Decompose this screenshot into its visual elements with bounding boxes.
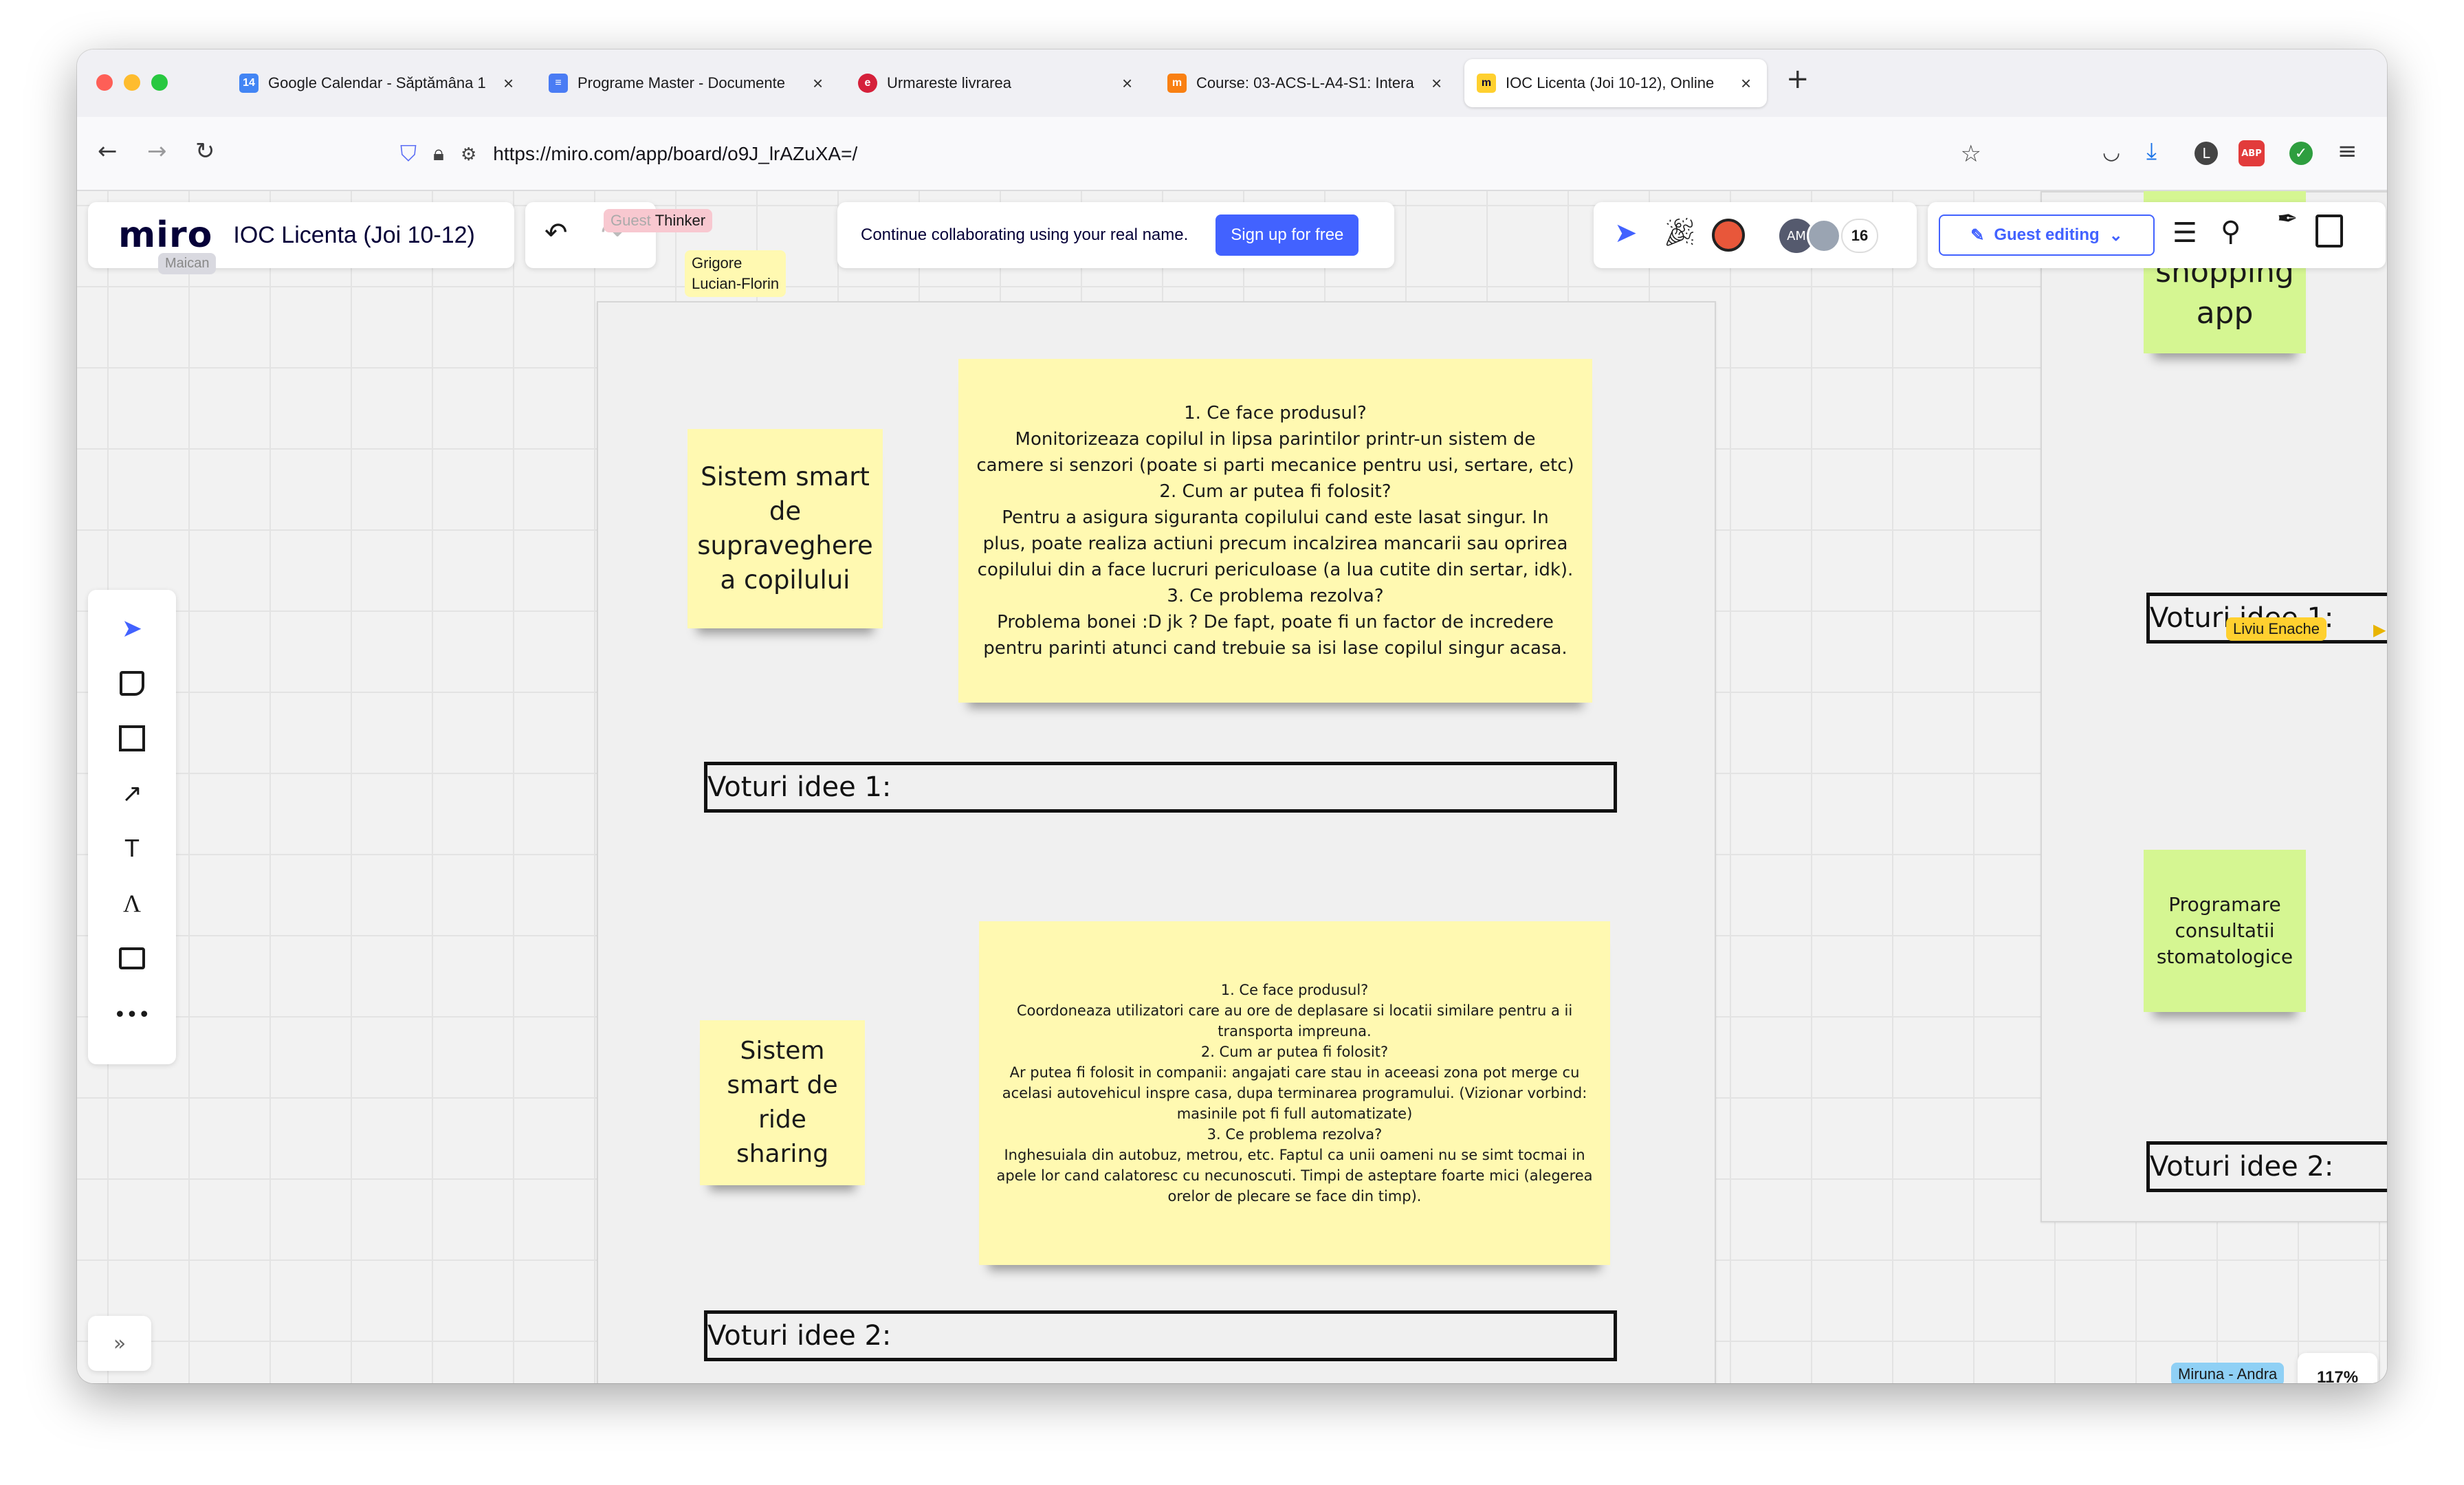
- shield-icon[interactable]: ⛉: [400, 141, 417, 167]
- back-icon[interactable]: ←: [98, 138, 118, 165]
- votes-right-idea2-box[interactable]: Voturi idee 2:: [2146, 1141, 2387, 1192]
- board-actions-panel: ✎ Guest editing ⌄ ☰ ⚲ ✒: [1928, 202, 2386, 268]
- check-extension-icon[interactable]: ✓: [2289, 142, 2313, 165]
- creation-toolbar: ➤ ↗ T Λ •••: [88, 590, 176, 1064]
- zoom-control[interactable]: 117%: [2298, 1353, 2377, 1383]
- pocket-icon[interactable]: ◡: [2102, 140, 2120, 164]
- sticky-idea2-title[interactable]: Sistem smart de ride sharing: [700, 1020, 865, 1185]
- zoom-window-button[interactable]: [151, 74, 168, 91]
- tab-bar: 14 Google Calendar - Săptămâna 1 × ≡ Pro…: [77, 50, 2387, 117]
- cursor-arrow-icon: ▶: [2373, 620, 2386, 639]
- chevron-down-icon: ⌄: [2109, 226, 2123, 245]
- miro-board-canvas[interactable]: Sistem smart de supraveghere a copilului…: [77, 191, 2387, 1383]
- permissions-icon[interactable]: ⚙: [461, 144, 476, 165]
- collaborator-count[interactable]: 16: [1841, 219, 1878, 253]
- shape-tool-icon[interactable]: [113, 719, 151, 758]
- profile-icon[interactable]: L: [2194, 142, 2218, 165]
- expand-panel-button[interactable]: »: [88, 1316, 151, 1371]
- tab-google-calendar[interactable]: 14 Google Calendar - Săptămâna 1 ×: [227, 59, 529, 107]
- cursor-pointer-icon[interactable]: ➤: [1614, 217, 1638, 249]
- connector-arrow-tool-icon[interactable]: ↗: [113, 774, 151, 813]
- adblock-icon[interactable]: ABP: [2238, 140, 2265, 166]
- cursor-label-miruna: Miruna - Andra: [2171, 1363, 2285, 1383]
- bookmark-star-icon[interactable]: ☆: [1961, 140, 1981, 168]
- votes-idea2-box[interactable]: Voturi idee 2:: [704, 1310, 1617, 1361]
- sticky-idea1-description[interactable]: 1. Ce face produsul? Monitorizeaza copil…: [958, 359, 1592, 703]
- board-title-panel: miro IOC Licenta (Joi 10-12): [88, 202, 514, 268]
- moodle-icon: m: [1167, 74, 1187, 93]
- sticky-note-tool-icon[interactable]: [113, 664, 151, 703]
- tab-title: Programe Master - Documente: [578, 74, 785, 91]
- votes-idea2-label: Voturi idee 2:: [707, 1320, 892, 1352]
- emag-icon: e: [858, 74, 877, 93]
- board-title[interactable]: IOC Licenta (Joi 10-12): [233, 222, 475, 249]
- minimize-window-button[interactable]: [124, 74, 140, 91]
- pencil-icon: ✎: [1970, 226, 1985, 245]
- browser-window: 14 Google Calendar - Săptămâna 1 × ≡ Pro…: [77, 50, 2387, 1383]
- search-icon[interactable]: ⚲: [2221, 216, 2241, 248]
- close-icon[interactable]: ×: [1122, 73, 1136, 94]
- url-text[interactable]: https://miro.com/app/board/o9J_lrAZuXA=/: [493, 143, 857, 165]
- close-icon[interactable]: ×: [503, 73, 517, 94]
- pen-marker-icon[interactable]: ✒: [2277, 205, 2298, 233]
- docs-icon: ≡: [549, 74, 568, 93]
- text-tool-icon[interactable]: T: [113, 829, 151, 868]
- notes-icon[interactable]: [2316, 214, 2343, 248]
- cursor-label-maican: Maican: [158, 253, 217, 274]
- votes-right-idea2-label: Voturi idee 2:: [2150, 1151, 2334, 1182]
- undo-icon[interactable]: ↶: [544, 217, 568, 249]
- tab-title: Course: 03-ACS-L-A4-S1: Intera: [1196, 74, 1414, 91]
- miro-logo[interactable]: miro: [118, 214, 212, 256]
- close-icon[interactable]: ×: [813, 73, 826, 94]
- timer-icon[interactable]: [1712, 219, 1745, 252]
- sticky-programare-consultatii[interactable]: Programare consultatii stomatologice: [2144, 850, 2306, 1012]
- more-tools-icon[interactable]: •••: [113, 996, 151, 1034]
- guest-name: Thinker: [654, 212, 706, 229]
- cursor-label-liviu: Liviu Enache: [2226, 617, 2326, 641]
- navigation-bar: ← → ↻ ⛉ 🔒︎ ⚙ https://miro.com/app/board/…: [77, 117, 2387, 191]
- votes-idea1-label: Voturi idee 1:: [707, 771, 892, 803]
- close-window-button[interactable]: [96, 74, 113, 91]
- celebrate-icon[interactable]: 🎉︎: [1662, 216, 1697, 248]
- guest-thinker-label: Guest Thinker: [604, 209, 713, 232]
- settings-sliders-icon[interactable]: ☰: [2172, 217, 2197, 249]
- downloads-icon[interactable]: ⤓: [2146, 138, 2157, 165]
- votes-idea1-box[interactable]: Voturi idee 1:: [704, 762, 1617, 813]
- calendar-icon: 14: [239, 74, 258, 93]
- sign-up-button[interactable]: Sign up for free: [1216, 214, 1359, 256]
- collaboration-tools-panel: ➤ 🎉︎ AM 16: [1594, 202, 1917, 268]
- sticky-idea1-title[interactable]: Sistem smart de supraveghere a copilului: [688, 429, 883, 628]
- tab-course[interactable]: m Course: 03-ACS-L-A4-S1: Intera ×: [1155, 59, 1458, 107]
- select-tool-icon[interactable]: ➤: [113, 609, 151, 648]
- banner-text: Continue collaborating using your real n…: [861, 226, 1189, 244]
- tab-title: Urmareste livrarea: [887, 74, 1011, 91]
- comment-tool-icon[interactable]: [113, 939, 151, 978]
- sticky-idea2-description[interactable]: 1. Ce face produsul? Coordoneaza utiliza…: [979, 921, 1610, 1265]
- reload-icon[interactable]: ↻: [195, 138, 215, 165]
- avatar-photo[interactable]: [1807, 219, 1841, 253]
- close-icon[interactable]: ×: [1431, 73, 1445, 94]
- tab-miro-board[interactable]: m IOC Licenta (Joi 10-12), Online ×: [1464, 59, 1767, 107]
- miro-icon: m: [1477, 74, 1496, 93]
- guest-banner: Continue collaborating using your real n…: [837, 202, 1394, 268]
- cursor-label-grigore: Grigore Lucian-Florin: [685, 250, 786, 297]
- forward-icon[interactable]: →: [147, 138, 167, 165]
- zoom-level[interactable]: 117%: [2317, 1368, 2358, 1383]
- tab-title: Google Calendar - Săptămâna 1: [268, 74, 486, 91]
- guest-prefix: Guest: [610, 212, 651, 229]
- menu-icon[interactable]: ≡: [2338, 138, 2357, 165]
- guest-editing-button[interactable]: ✎ Guest editing ⌄: [1939, 214, 2155, 256]
- tab-urmareste-livrarea[interactable]: e Urmareste livrarea ×: [846, 59, 1148, 107]
- close-icon[interactable]: ×: [1741, 73, 1754, 94]
- guest-editing-label: Guest editing: [1994, 226, 2100, 244]
- lock-icon[interactable]: 🔒︎: [433, 142, 444, 166]
- tab-title: IOC Licenta (Joi 10-12), Online: [1506, 74, 1715, 91]
- new-tab-button[interactable]: +: [1786, 63, 1810, 95]
- pen-tool-icon[interactable]: Λ: [113, 884, 151, 923]
- tab-programe-master[interactable]: ≡ Programe Master - Documente ×: [536, 59, 839, 107]
- address-bar[interactable]: ⛉ 🔒︎ ⚙ https://miro.com/app/board/o9J_lr…: [400, 125, 1981, 183]
